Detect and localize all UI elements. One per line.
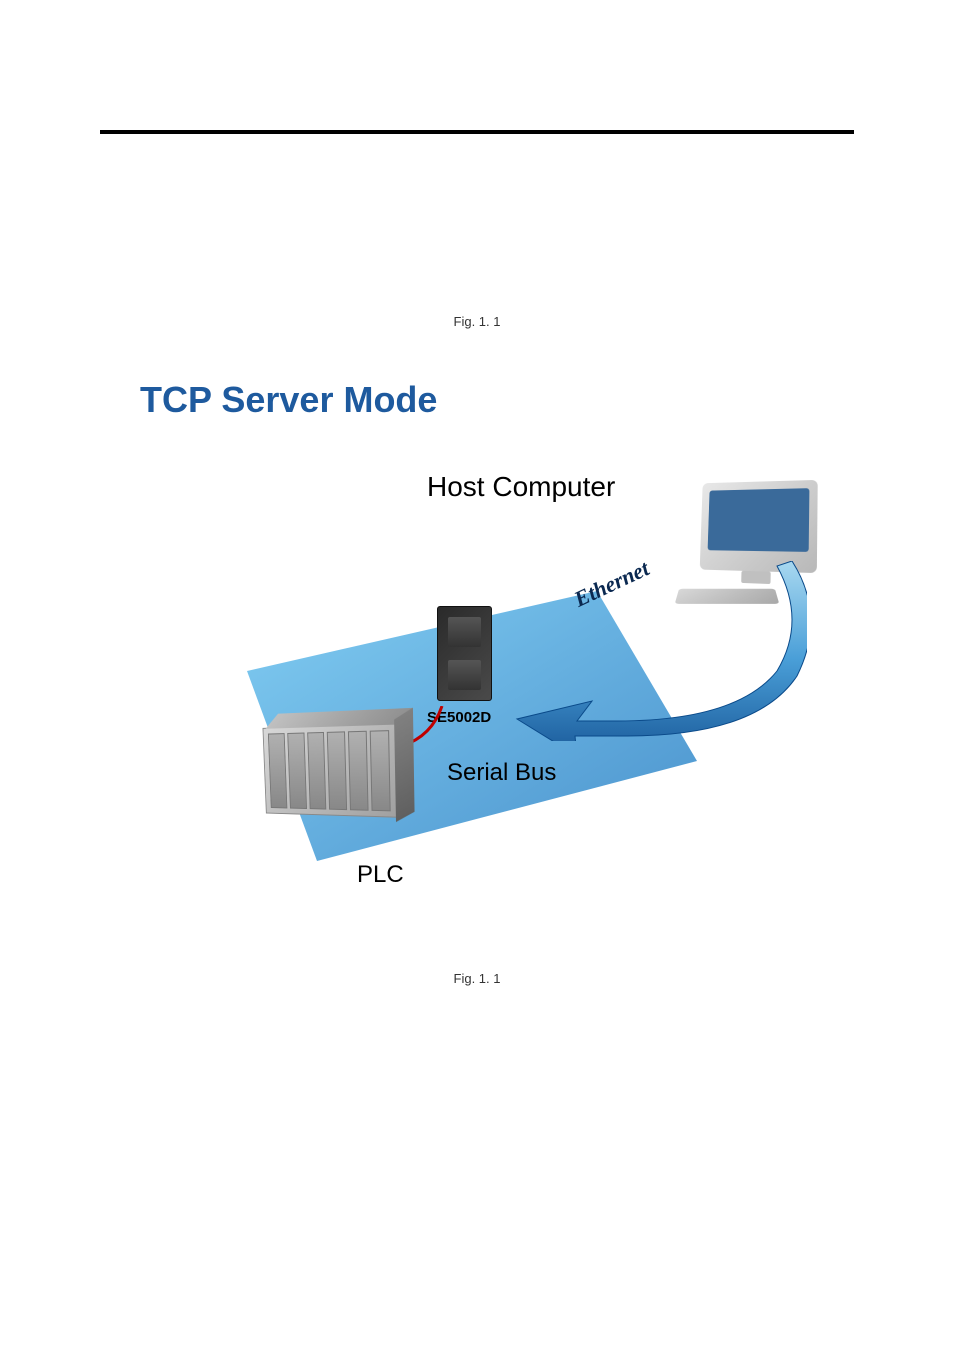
plc-label: PLC — [357, 861, 404, 889]
figure-caption-bottom: Fig. 1. 1 — [100, 971, 854, 986]
diagram-title: TCP Server Mode — [140, 379, 854, 421]
device-icon — [437, 606, 492, 701]
serial-bus-label: Serial Bus — [447, 759, 556, 787]
host-computer-label: Host Computer — [427, 471, 615, 503]
network-diagram: Host Computer — [127, 461, 827, 941]
plc-icon — [262, 724, 396, 818]
ethernet-arrow — [497, 561, 807, 741]
figure-caption-top: Fig. 1. 1 — [100, 314, 854, 329]
horizontal-divider — [100, 130, 854, 134]
